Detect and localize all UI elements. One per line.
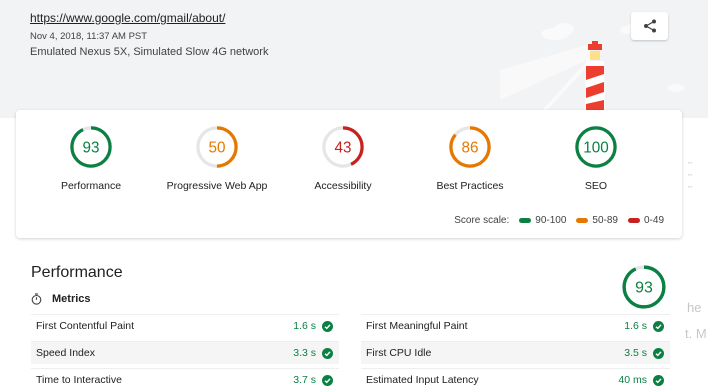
gauge-performance[interactable]: 93 Performance xyxy=(31,123,151,192)
metric-value-text: 3.7 s xyxy=(293,374,316,386)
pass-check-icon xyxy=(322,347,333,359)
report-date: Nov 4, 2018, 11:37 AM PST xyxy=(30,31,148,42)
metric-name: Speed Index xyxy=(36,347,95,359)
svg-text:93: 93 xyxy=(83,139,100,156)
metric-value-text: 3.5 s xyxy=(624,347,647,359)
metric-value: 40 ms xyxy=(618,374,664,386)
gauge-accessibility[interactable]: 43 Accessibility xyxy=(283,123,403,192)
performance-heading: Performance xyxy=(31,264,123,281)
score-gauge-ring: 43 xyxy=(322,126,364,168)
fail-pill-icon xyxy=(627,218,640,223)
metric-row: First Contentful Paint 1.6 s xyxy=(31,314,339,337)
metrics-heading: Metrics xyxy=(31,293,91,305)
metric-row: First CPU Idle 3.5 s xyxy=(361,341,670,364)
metric-row: Speed Index 3.3 s xyxy=(31,341,339,364)
score-scale-average-text: 50-89 xyxy=(592,215,618,226)
metric-name: First CPU Idle xyxy=(366,347,432,359)
stopwatch-icon xyxy=(31,293,42,305)
metric-name: First Meaningful Paint xyxy=(366,320,468,332)
score-scale-fail-text: 0-49 xyxy=(643,215,664,226)
gauge-label: Progressive Web App xyxy=(166,180,268,192)
metric-row: Time to Interactive 3.7 s xyxy=(31,368,339,391)
score-scale-label: Score scale: xyxy=(454,215,510,226)
score-scale-average: 50-89 xyxy=(576,215,618,226)
gauge-label: SEO xyxy=(584,180,608,192)
metric-value: 3.7 s xyxy=(293,374,333,386)
metric-value: 3.5 s xyxy=(624,347,664,359)
svg-text:86: 86 xyxy=(462,139,479,156)
score-gauge-ring: 50 xyxy=(196,126,238,168)
metric-name: Time to Interactive xyxy=(36,374,122,386)
metric-row: Estimated Input Latency 40 ms xyxy=(361,368,670,391)
performance-gauge[interactable]: 93 xyxy=(619,262,669,317)
metric-value-text: 40 ms xyxy=(618,374,647,386)
share-icon xyxy=(643,19,656,33)
gauge-progressive-web-app[interactable]: 50 Progressive Web App xyxy=(157,123,277,192)
score-gauge-ring: 93 xyxy=(70,126,112,168)
score-scale-pass: 90-100 xyxy=(519,215,566,226)
metric-value: 3.3 s xyxy=(293,347,333,359)
svg-text:50: 50 xyxy=(209,139,226,156)
gauge-label: Best Practices xyxy=(436,180,504,192)
gauge-best-practices[interactable]: 86 Best Practices xyxy=(410,123,530,192)
metric-name: Estimated Input Latency xyxy=(366,374,479,386)
ghost-text-mini-2: ▪▪▪ xyxy=(688,172,693,177)
metric-row: First Meaningful Paint 1.6 s xyxy=(361,314,670,337)
ghost-text-2: t. M xyxy=(685,326,707,341)
pass-check-icon xyxy=(322,374,333,386)
metric-value-text: 1.6 s xyxy=(293,320,316,332)
score-scale: Score scale: 90-100 50-89 0-49 xyxy=(454,215,664,226)
score-gauge-ring: 93 xyxy=(622,265,666,309)
metric-value: 1.6 s xyxy=(293,320,333,332)
pass-check-icon xyxy=(653,320,664,332)
score-scale-fail: 0-49 xyxy=(627,215,664,226)
pass-check-icon xyxy=(653,374,664,386)
score-gauge-ring: 86 xyxy=(449,126,491,168)
metric-name: First Contentful Paint xyxy=(36,320,135,332)
score-scale-pass-text: 90-100 xyxy=(535,215,567,226)
share-button[interactable] xyxy=(631,12,668,40)
svg-text:43: 43 xyxy=(335,139,352,156)
score-summary-card: 93 Performance 50 Progressive Web App 43 Acce… xyxy=(16,110,682,238)
svg-text:93: 93 xyxy=(635,280,653,297)
ghost-text-mini-1: ▪▪▪ xyxy=(688,160,693,165)
metrics-heading-label: Metrics xyxy=(52,293,91,305)
pass-check-icon xyxy=(322,320,333,332)
ghost-text-1: he xyxy=(687,300,702,315)
report-environment: Emulated Nexus 5X, Simulated Slow 4G net… xyxy=(30,46,269,58)
report-header: https://www.google.com/gmail/about/ Nov … xyxy=(0,0,708,118)
metric-value-text: 1.6 s xyxy=(624,320,647,332)
average-pill-icon xyxy=(576,218,589,223)
gauge-label: Performance xyxy=(60,180,122,192)
svg-text:100: 100 xyxy=(583,139,608,156)
ghost-text-mini-3: ▪▪▪ xyxy=(688,184,693,189)
pass-pill-icon xyxy=(519,218,532,223)
gauge-label: Accessibility xyxy=(314,180,372,192)
pass-check-icon xyxy=(653,347,664,359)
metric-value: 1.6 s xyxy=(624,320,664,332)
metric-value-text: 3.3 s xyxy=(293,347,316,359)
lighthouse-illustration xyxy=(500,22,685,118)
report-url-link[interactable]: https://www.google.com/gmail/about/ xyxy=(30,11,225,25)
gauge-seo[interactable]: 100 SEO xyxy=(536,123,656,192)
score-gauge-ring: 100 xyxy=(575,126,617,168)
